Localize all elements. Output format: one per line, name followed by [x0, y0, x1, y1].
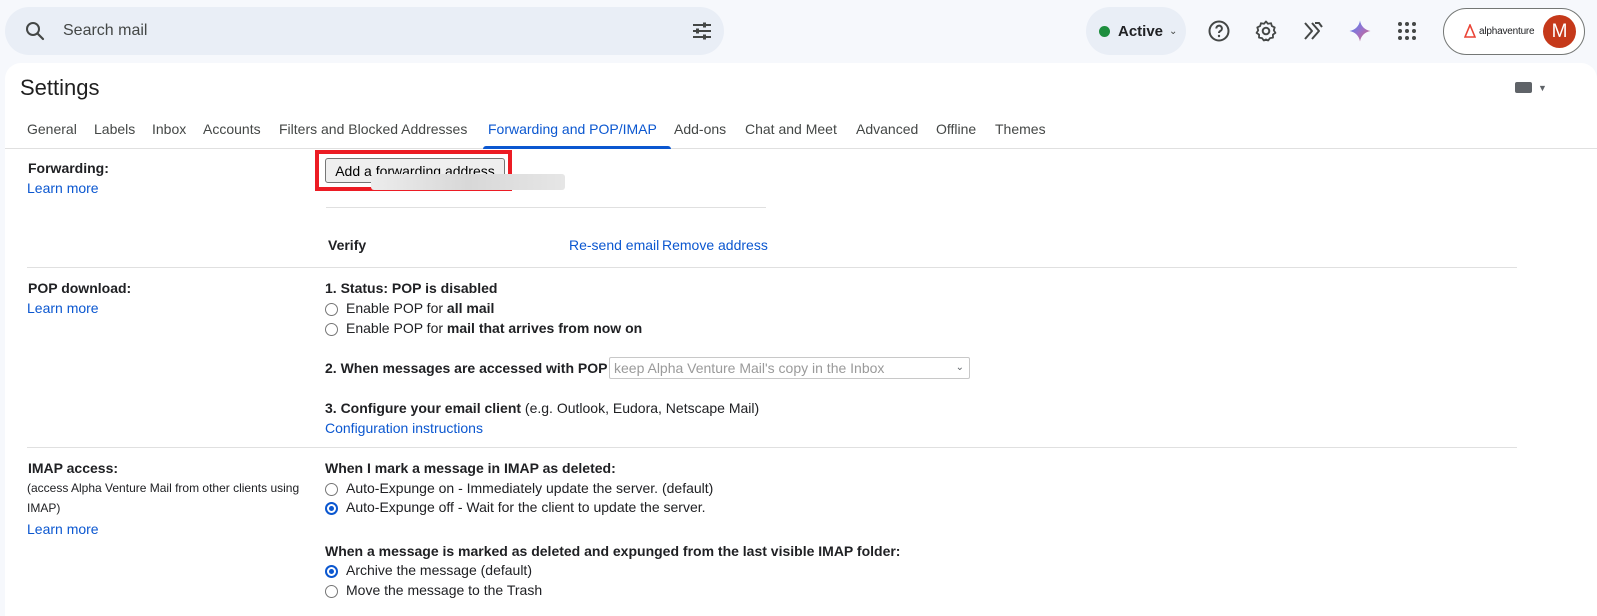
section-divider [27, 267, 1517, 268]
active-tab-indicator [483, 146, 671, 149]
gemini-icon[interactable] [1348, 19, 1372, 43]
apps-grid-icon[interactable] [1395, 19, 1419, 43]
brand-logo: alphaventure [1464, 24, 1535, 38]
tab-general[interactable]: General [27, 121, 77, 137]
status-dot [1099, 25, 1110, 37]
chevron-down-icon: ⌄ [955, 362, 964, 373]
settings-tabs: General Labels Inbox Accounts Filters an… [5, 111, 1597, 149]
tab-offline[interactable]: Offline [936, 121, 976, 137]
auto-expunge-on-radio[interactable] [325, 483, 338, 496]
trash-radio[interactable] [325, 585, 338, 598]
page-title: Settings [20, 75, 100, 100]
pop-access-label: 2. When messages are accessed with POP [325, 360, 608, 376]
tab-filters[interactable]: Filters and Blocked Addresses [279, 121, 467, 137]
verify-label: Verify [328, 237, 367, 253]
pop-from-now-radio[interactable] [325, 323, 338, 336]
brand-logo-icon [1464, 24, 1476, 38]
caret-down-icon: ▼ [1538, 82, 1547, 93]
auto-expunge-on-label: Auto-Expunge on - Immediately update the… [346, 480, 714, 496]
help-icon[interactable] [1207, 19, 1231, 43]
brand-name: alphaventure [1479, 25, 1535, 37]
search-input[interactable] [63, 20, 623, 42]
configure-rest: (e.g. Outlook, Eudora, Netscape Mail) [521, 400, 760, 416]
pop-all-mail-label: Enable POP for all mail [346, 300, 494, 316]
forwarding-divider [326, 207, 766, 208]
pop-from-now-label: Enable POP for mail that arrives from no… [346, 320, 642, 336]
tab-forwarding-pop-imap[interactable]: Forwarding and POP/IMAP [488, 121, 657, 137]
status-button[interactable]: Active ⌄ [1086, 7, 1186, 55]
forwarding-label: Forwarding: [28, 160, 109, 176]
imap-expunged-heading: When a message is marked as deleted and … [325, 543, 901, 559]
configuration-instructions-link[interactable]: Configuration instructions [325, 420, 483, 436]
imap-description: (access Alpha Venture Mail from other cl… [27, 481, 300, 515]
pop-action-select[interactable]: keep Alpha Venture Mail's copy in the In… [609, 357, 970, 379]
imap-label: IMAP access: [28, 460, 119, 476]
pop-all-bold: all mail [446, 300, 495, 316]
settings-panel: Settings ▼ General Labels Inbox Accounts… [5, 63, 1597, 616]
pop-label: POP download: [28, 280, 132, 296]
redacted-email [371, 174, 565, 190]
apps-script-icon[interactable] [1301, 19, 1325, 43]
search-bar[interactable] [5, 7, 724, 55]
auto-expunge-off-radio[interactable] [325, 502, 338, 515]
archive-radio[interactable] [325, 565, 338, 578]
avatar[interactable]: M [1543, 15, 1576, 48]
section-divider [27, 447, 1517, 448]
tab-themes[interactable]: Themes [995, 121, 1046, 137]
forwarding-learn-more[interactable]: Learn more [27, 180, 99, 196]
pop-all-prefix: Enable POP for [346, 300, 447, 316]
tab-labels[interactable]: Labels [94, 121, 135, 137]
pop-now-bold: mail that arrives from now on [446, 320, 643, 336]
resend-email-link[interactable]: Re-send email [569, 237, 659, 253]
search-icon[interactable] [23, 19, 47, 43]
remove-address-link[interactable]: Remove address [662, 237, 768, 253]
tab-inbox[interactable]: Inbox [152, 121, 186, 137]
tab-chat-meet[interactable]: Chat and Meet [745, 121, 837, 137]
pop-status: 1. Status: POP is disabled [325, 280, 498, 296]
filter-icon[interactable] [690, 19, 714, 43]
keyboard-icon [1515, 82, 1532, 93]
status-label: Active [1118, 22, 1164, 40]
pop-action-value: keep Alpha Venture Mail's copy in the In… [614, 360, 885, 376]
tab-advanced[interactable]: Advanced [856, 121, 918, 137]
pop-learn-more[interactable]: Learn more [27, 300, 99, 316]
chevron-down-icon: ⌄ [1169, 25, 1178, 37]
pop-now-prefix: Enable POP for [346, 320, 447, 336]
imap-learn-more[interactable]: Learn more [27, 521, 99, 537]
top-bar: Active ⌄ alphaventure M [0, 0, 1597, 62]
imap-deleted-heading: When I mark a message in IMAP as deleted… [325, 460, 616, 476]
pop-all-mail-radio[interactable] [325, 303, 338, 316]
tab-add-ons[interactable]: Add-ons [674, 121, 726, 137]
archive-label: Archive the message (default) [346, 562, 532, 578]
configure-client-label: 3. Configure your email client (e.g. Out… [325, 400, 759, 416]
trash-label: Move the message to the Trash [346, 582, 543, 598]
gear-icon[interactable] [1254, 19, 1278, 43]
tab-accounts[interactable]: Accounts [203, 121, 261, 137]
configure-bold: 3. Configure your email client [325, 400, 522, 416]
input-tools-button[interactable]: ▼ [1515, 82, 1547, 93]
account-switcher[interactable]: alphaventure M [1443, 8, 1585, 55]
auto-expunge-off-label: Auto-Expunge off - Wait for the client t… [346, 499, 706, 515]
